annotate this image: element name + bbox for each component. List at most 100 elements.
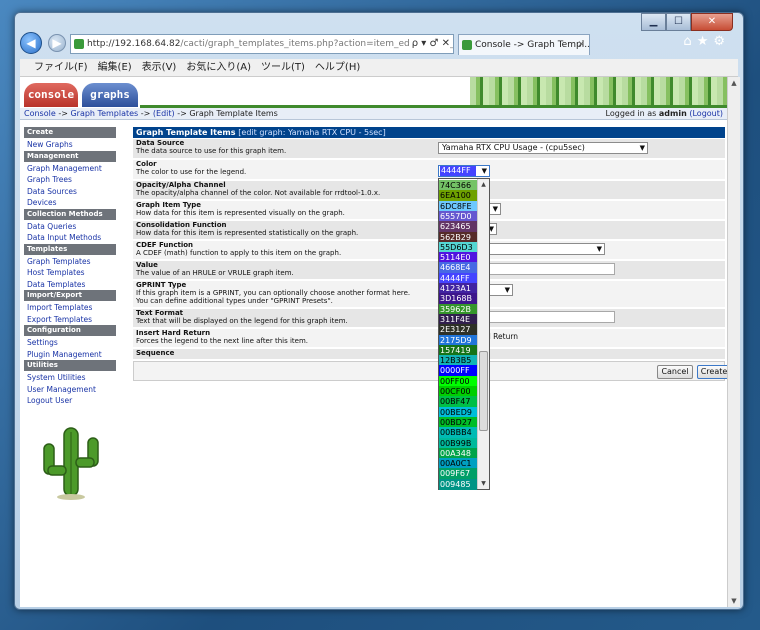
menu-favorites[interactable]: お気に入り(A) [186, 59, 251, 76]
field-label: Opacity/Alpha Channel [136, 181, 226, 189]
breadcrumb-separator: -> [140, 109, 151, 118]
chevron-down-icon: ▼ [639, 144, 645, 152]
sidebar-item-data-queries[interactable]: Data Queries [24, 221, 116, 233]
address-bar[interactable]: http://192.168.64.82/cacti/graph_templat… [70, 34, 454, 54]
chevron-down-icon: ▼ [492, 205, 498, 213]
sidebar-item-data-input-methods[interactable]: Data Input Methods [24, 232, 116, 244]
menu-bar: ファイル(F) 編集(E) 表示(V) お気に入り(A) ツール(T) ヘルプ(… [20, 59, 738, 77]
logout-link[interactable]: (Logout) [689, 109, 723, 118]
sidebar-item-host-templates[interactable]: Host Templates [24, 267, 116, 279]
color-dropdown-list[interactable]: ▲ ▼ 74C366 6EA100 6DC8FE 6557D0 623465 562B29… [438, 178, 490, 490]
field-desc: Forces the legend to the next line after… [136, 337, 309, 345]
window-caption-buttons: ▁ ☐ ✕ [641, 13, 733, 31]
sidebar-item-graph-management[interactable]: Graph Management [24, 163, 116, 175]
field-color: Color The color to use for the legend. [133, 160, 725, 180]
chevron-down-icon: ▼ [596, 245, 602, 253]
site-favicon-icon [74, 39, 84, 49]
scroll-up-icon[interactable]: ▲ [728, 77, 740, 89]
console-tab[interactable]: console [24, 83, 78, 107]
sidebar-item-export-templates[interactable]: Export Templates [24, 314, 116, 326]
sidebar-section-header: Templates [24, 243, 116, 255]
menu-help[interactable]: ヘルプ(H) [315, 59, 360, 76]
text-format-input[interactable] [485, 311, 615, 323]
navigation-bar: ◀ ▶ http://192.168.64.82/cacti/graph_tem… [20, 31, 738, 57]
cdef-function-select[interactable]: ▼ [485, 243, 605, 255]
menu-tools[interactable]: ツール(T) [261, 59, 305, 76]
sidebar: Create New Graphs Management Graph Manageme… [24, 127, 116, 407]
sidebar-item-settings[interactable]: Settings [24, 337, 116, 349]
scroll-down-icon[interactable]: ▼ [728, 595, 740, 607]
sidebar-item-devices[interactable]: Devices [24, 197, 116, 209]
browser-tab[interactable]: Console -> Graph Templ... ✕ [458, 34, 590, 55]
field-label: Data Source [136, 139, 185, 147]
sidebar-item-data-templates[interactable]: Data Templates [24, 279, 116, 291]
cancel-button[interactable]: Cancel [657, 365, 693, 379]
menu-edit[interactable]: 編集(E) [98, 59, 132, 76]
cacti-banner: console graphs [20, 77, 727, 108]
graphs-tab[interactable]: graphs [82, 83, 138, 107]
tools-gear-icon[interactable]: ⚙ [713, 34, 730, 49]
page-scrollbar[interactable]: ▲ ▼ [727, 77, 740, 607]
sidebar-item-plugin-management[interactable]: Plugin Management [24, 349, 116, 361]
menu-file[interactable]: ファイル(F) [34, 59, 88, 76]
sidebar-item-user-management[interactable]: User Management [24, 384, 116, 396]
field-desc: How data for this item is represented st… [136, 229, 359, 237]
color-option[interactable]: 009485 [439, 478, 477, 490]
field-label: GPRINT Type [136, 281, 187, 289]
sidebar-item-new-graphs[interactable]: New Graphs [24, 139, 116, 151]
home-icon[interactable]: ⌂ [683, 34, 696, 49]
sidebar-item-system-utilities[interactable]: System Utilities [24, 372, 116, 384]
back-button[interactable]: ◀ [20, 32, 42, 54]
scroll-down-icon[interactable]: ▼ [478, 478, 489, 489]
sidebar-section-header: Import/Export [24, 290, 116, 301]
field-desc: The color to use for the legend. [136, 168, 247, 176]
sidebar-section-header: Collection Methods [24, 208, 116, 220]
dropdown-scrollbar[interactable]: ▲ ▼ [477, 179, 489, 489]
sidebar-item-import-templates[interactable]: Import Templates [24, 302, 116, 314]
scroll-up-icon[interactable]: ▲ [478, 179, 489, 190]
address-tools[interactable]: ρ ▾ ♂ ✕ [408, 35, 450, 53]
hard-return-checkbox-label[interactable]: d Return [486, 332, 518, 341]
forward-button[interactable]: ▶ [48, 34, 66, 52]
menu-view[interactable]: 表示(V) [142, 59, 177, 76]
sidebar-item-data-sources[interactable]: Data Sources [24, 186, 116, 198]
breadcrumb: Console -> Graph Templates -> (Edit) -> … [20, 108, 727, 120]
field-cdef-function: CDEF Function A CDEF (math) function to … [133, 241, 725, 260]
field-desc: How data for this item is represented vi… [136, 209, 345, 217]
sidebar-item-logout-user[interactable]: Logout User [24, 395, 116, 407]
breadcrumb-edit[interactable]: (Edit) [153, 109, 175, 118]
tab-title: Console -> Graph Templ... [475, 40, 590, 50]
cacti-logo-icon [43, 427, 99, 500]
color-select[interactable]: 4444FF ▼ [438, 165, 490, 177]
sidebar-item-graph-trees[interactable]: Graph Trees [24, 174, 116, 186]
field-label: Color [136, 160, 157, 168]
breadcrumb-console[interactable]: Console [24, 109, 56, 118]
minimize-button[interactable]: ▁ [641, 13, 666, 31]
sidebar-section-header: Create [24, 127, 116, 138]
cactus-banner-graphic [470, 77, 727, 107]
breadcrumb-graph-templates[interactable]: Graph Templates [70, 109, 138, 118]
field-consolidation-function: Consolidation Function How data for this… [133, 221, 725, 240]
field-label: Consolidation Function [136, 221, 227, 229]
favorites-star-icon[interactable]: ★ [697, 34, 714, 49]
scrollbar-thumb[interactable] [479, 351, 488, 431]
color-select-value: 4444FF [440, 166, 476, 176]
data-source-select[interactable]: Yamaha RTX CPU Usage - (cpu5sec) ▼ [438, 142, 648, 154]
field-opacity: Opacity/Alpha Channel The opacity/alpha … [133, 181, 725, 200]
value-input[interactable] [485, 263, 615, 275]
tab-close-icon[interactable]: ✕ [577, 35, 585, 55]
form-title-text: Graph Template Items [136, 128, 236, 137]
maximize-button[interactable]: ☐ [666, 13, 691, 31]
field-desc: Text that will be displayed on the legen… [136, 317, 348, 325]
graph-template-items-form: Graph Template Items [edit graph: Yamaha… [133, 127, 725, 377]
sidebar-item-graph-templates[interactable]: Graph Templates [24, 256, 116, 268]
breadcrumb-separator: -> [177, 109, 187, 118]
login-user: admin [658, 109, 687, 118]
form-subtitle: [edit graph: Yamaha RTX CPU - 5sec] [238, 128, 386, 137]
create-button[interactable]: Create [697, 365, 727, 379]
browser-window: ▁ ☐ ✕ ◀ ▶ http://192.168.64.82/cacti/gra… [14, 12, 744, 610]
field-desc: If this graph item is a GPRINT, you can … [136, 289, 411, 297]
close-window-button[interactable]: ✕ [691, 13, 733, 31]
field-label: Text Format [136, 309, 184, 317]
tab-favicon-icon [462, 40, 472, 50]
